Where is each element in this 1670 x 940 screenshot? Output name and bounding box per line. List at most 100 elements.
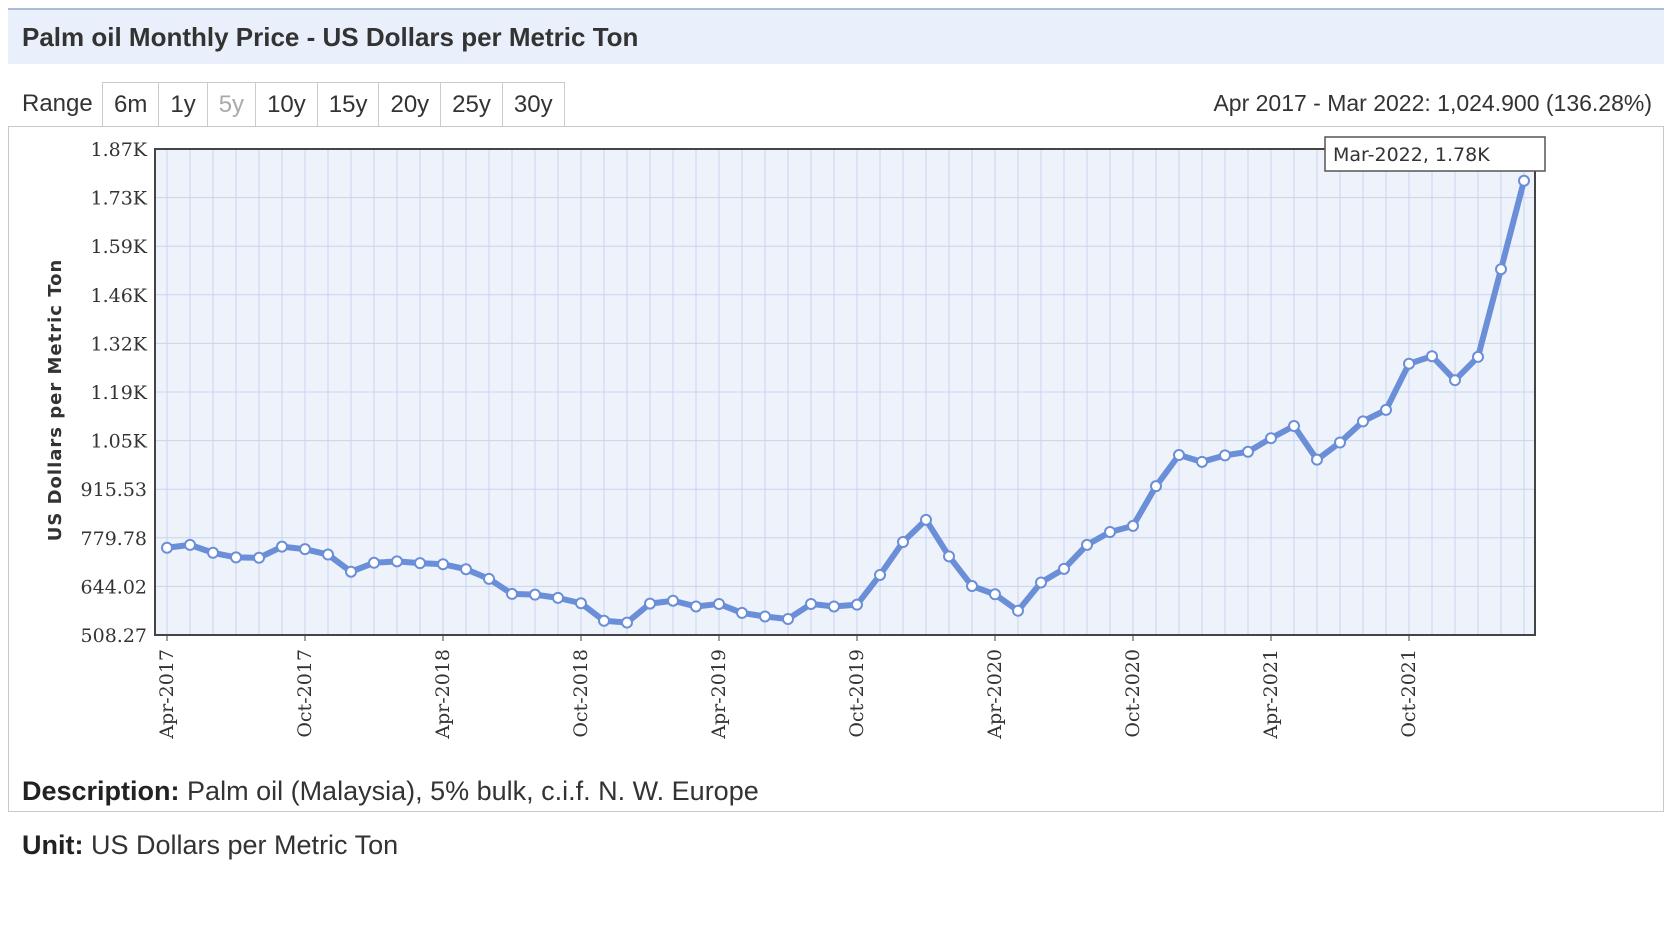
data-point[interactable] [736,606,748,619]
data-point[interactable] [1403,357,1415,370]
y-tick-label: 644.02 [81,576,147,598]
description-text: Palm oil (Malaysia), 5% bulk, c.i.f. N. … [187,776,759,806]
data-point[interactable] [276,540,288,553]
range-button-1y[interactable]: 1y [159,83,208,127]
range-label: Range [22,90,93,117]
data-point[interactable] [1219,449,1231,462]
y-tick-label: 779.78 [81,528,147,550]
data-point[interactable] [1127,519,1139,532]
data-point[interactable] [1334,436,1346,449]
x-tick-label: Oct-2017 [294,649,316,738]
data-point[interactable] [253,551,265,564]
y-tick-label: 1.32K [91,333,148,355]
data-point[interactable] [483,572,495,585]
price-line-chart: 508.27 644.02 779.78 915.53 1.05K 1.19K 1.32K 1… [45,136,1546,740]
x-tick-label: Oct-2018 [570,649,592,738]
data-point[interactable] [161,541,173,554]
data-point[interactable] [1150,480,1162,493]
data-point[interactable] [414,557,426,570]
y-tick-label: 1.59K [91,236,148,258]
data-point[interactable] [1012,604,1024,617]
data-point[interactable] [345,565,357,578]
unit-label: Unit: [22,830,84,860]
range-button-25y[interactable]: 25y [441,83,503,127]
x-tick-label: Oct-2020 [1122,649,1144,738]
data-point[interactable] [299,543,311,556]
data-point[interactable] [1035,576,1047,589]
data-point[interactable] [368,556,380,569]
x-tick-label: Apr-2019 [708,649,730,740]
data-point[interactable] [230,551,242,564]
data-point[interactable] [667,594,679,607]
data-point[interactable] [598,614,610,627]
x-tick-label: Apr-2021 [1260,649,1282,740]
data-point[interactable] [1380,403,1392,416]
data-point[interactable] [1173,449,1185,462]
data-point[interactable] [874,568,886,581]
data-point[interactable] [1288,420,1300,433]
data-point[interactable] [782,612,794,625]
data-point[interactable] [1265,432,1277,445]
chart-frame: 508.27 644.02 779.78 915.53 1.05K 1.19K 1.32K 1… [8,126,1664,812]
data-point[interactable] [391,555,403,568]
range-button-20y[interactable]: 20y [379,83,442,127]
range-button-10y[interactable]: 10y [256,83,318,127]
data-point[interactable] [1518,174,1530,187]
range-button-6m[interactable]: 6m [103,83,160,127]
data-point[interactable] [1472,350,1484,363]
y-tick-label: 1.73K [91,188,148,210]
data-point[interactable] [1058,562,1070,575]
data-point[interactable] [621,616,633,629]
y-tick-label: 1.19K [91,382,148,404]
data-point[interactable] [1311,453,1323,466]
y-tick-label: 1.05K [91,431,148,453]
data-point[interactable] [506,587,518,600]
range-button-30y[interactable]: 30y [502,83,564,127]
data-point[interactable] [690,600,702,613]
chart-header: Palm oil Monthly Price - US Dollars per … [8,8,1664,64]
data-point[interactable] [966,580,978,593]
data-point[interactable] [1449,374,1461,387]
range-button-15y[interactable]: 15y [317,83,380,127]
data-point[interactable] [805,597,817,610]
y-tick-label: 1.46K [91,285,148,307]
data-point[interactable] [851,598,863,611]
data-point[interactable] [207,546,219,559]
data-point[interactable] [897,536,909,549]
unit-row: Unit: US Dollars per Metric Ton [22,830,398,861]
x-tick-label: Apr-2018 [432,649,454,740]
data-point[interactable] [1196,455,1208,468]
data-point[interactable] [437,558,449,571]
data-point[interactable] [989,588,1001,601]
range-button-group: 6m 1y 5y 10y 15y 20y 25y 30y [102,82,565,127]
data-point[interactable] [644,597,656,610]
x-tick-label: Apr-2020 [984,649,1006,740]
data-point[interactable] [1495,263,1507,276]
data-point[interactable] [1357,415,1369,428]
data-point[interactable] [184,538,196,551]
description-row: Description: Palm oil (Malaysia), 5% bul… [22,776,759,807]
x-tick-label: Apr-2017 [156,649,178,740]
data-point[interactable] [1242,445,1254,458]
data-point[interactable] [552,591,564,604]
data-point[interactable] [1104,525,1116,538]
x-tick-label: Oct-2021 [1398,649,1420,738]
data-point[interactable] [1426,350,1438,363]
range-button-5y[interactable]: 5y [207,83,257,127]
data-point[interactable] [1081,538,1093,551]
y-tick-label: 1.87K [91,139,148,161]
data-point[interactable] [943,550,955,563]
x-tick-label: Oct-2019 [846,649,868,738]
data-point[interactable] [828,600,840,613]
data-point[interactable] [759,610,771,623]
data-point[interactable] [713,597,725,610]
data-point[interactable] [575,597,587,610]
description-label: Description: [22,776,180,806]
tooltip-text: Mar-2022, 1.78K [1333,144,1490,166]
range-summary: Apr 2017 - Mar 2022: 1,024.900 (136.28%) [1213,90,1652,116]
data-point[interactable] [460,563,472,576]
data-point[interactable] [529,588,541,601]
data-point[interactable] [920,513,932,526]
data-point[interactable] [322,548,334,561]
y-tick-label: 915.53 [81,479,147,501]
